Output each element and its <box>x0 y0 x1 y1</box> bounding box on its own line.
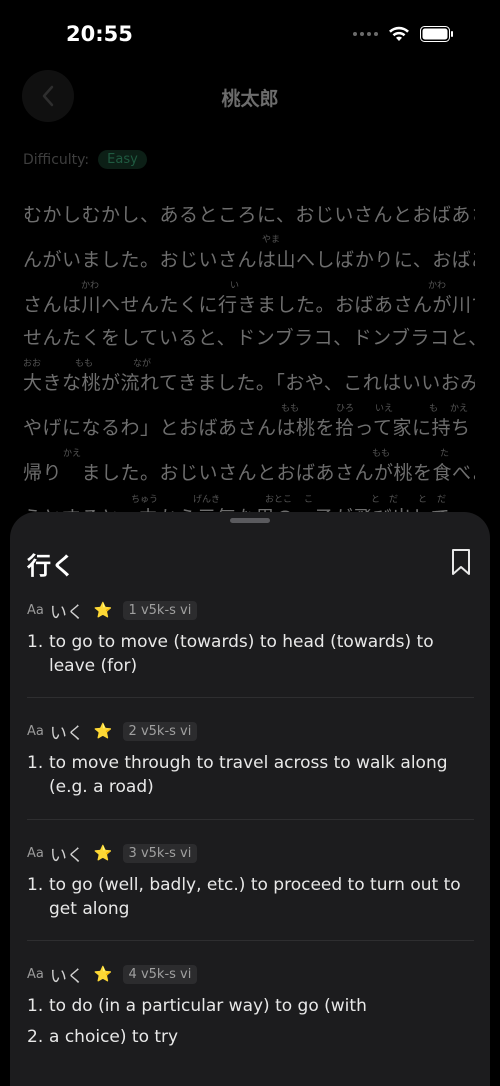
star-icon: ⭐ <box>93 722 113 740</box>
sense-number: 1. <box>27 996 44 1016</box>
status-bar: 20:55 <box>0 0 500 70</box>
pos-tag: 2 v5k-s vi <box>122 721 198 741</box>
story-line[interactable]: やげになるわ」とおばあさんは桃を拾って家に持ち <box>23 413 471 440</box>
definition-entry[interactable]: Aa いく ⭐ 4 v5k-s vi 1. to do (in a partic… <box>27 962 477 1049</box>
story-line[interactable]: むかしむかし、あるところに、おじいさんとおばあさ <box>23 200 475 227</box>
definition-entry[interactable]: Aa いく ⭐ 2 v5k-s vi 1. to move through to… <box>27 719 477 799</box>
wifi-icon <box>389 26 409 41</box>
sense: 1. to move through to travel across to w… <box>27 751 477 799</box>
difficulty-label: Difficulty: <box>23 151 90 168</box>
divider <box>27 819 474 820</box>
sense: 1. to go to move (towards) to head (towa… <box>27 630 477 678</box>
bookmark-icon <box>452 549 470 575</box>
font-size-icon: Aa <box>27 723 44 739</box>
sheet-grabber[interactable] <box>230 518 270 523</box>
pos-tag: 4 v5k-s vi <box>122 964 198 984</box>
sense-text: to go (well, badly, etc.) to proceed to … <box>49 875 461 919</box>
story-line[interactable]: せんたくをしていると、ドンブラコ、ドンブラコと、 <box>23 323 475 350</box>
reading: いく <box>49 723 84 744</box>
sense-text: a choice) to try <box>49 1027 179 1047</box>
star-icon: ⭐ <box>93 601 113 619</box>
sense: 2. a choice) to try <box>27 1025 477 1049</box>
star-icon: ⭐ <box>93 844 113 862</box>
story-line[interactable]: 大きな桃が流れてきました。「おや、これはいいおみ <box>23 368 475 395</box>
difficulty-row: Difficulty: Easy <box>23 150 147 169</box>
word-detail-sheet: 行く Aa いく ⭐ 1 v5k-s vi 1. to go to move (… <box>10 512 490 1086</box>
furigana: やま <box>262 235 281 245</box>
story-line[interactable]: 帰り ました。おじいさんとおばあさんが桃を食べよ <box>23 458 475 485</box>
story-text: やま い かわ かわ おお もも なが もも ひろ いえ も かえ かえ もも … <box>23 180 475 515</box>
sense-text: to do (in a particular way) to go (with <box>49 996 367 1016</box>
definition-entry[interactable]: Aa いく ⭐ 1 v5k-s vi 1. to go to move (tow… <box>27 598 477 678</box>
divider <box>27 940 474 941</box>
reading: いく <box>49 602 84 623</box>
pos-tag: 1 v5k-s vi <box>122 600 198 620</box>
sense: 1. to do (in a particular way) to go (wi… <box>27 994 477 1018</box>
sense-number: 1. <box>27 875 44 895</box>
sense-text: to move through to travel across to walk… <box>49 753 448 797</box>
definition-entry[interactable]: Aa いく ⭐ 3 v5k-s vi 1. to go (well, badly… <box>27 841 477 921</box>
status-time: 20:55 <box>66 22 133 46</box>
font-size-icon: Aa <box>27 602 44 618</box>
font-size-icon: Aa <box>27 966 44 982</box>
pos-tag: 3 v5k-s vi <box>122 843 198 863</box>
reading: いく <box>49 845 84 866</box>
nav-bar: 桃太郎 <box>0 70 500 122</box>
story-line[interactable]: さんは川へせんたくに行きました。おばあさんが川で <box>23 290 475 317</box>
divider <box>27 697 474 698</box>
sense-text: to go to move (towards) to head (towards… <box>49 632 434 676</box>
font-size-icon: Aa <box>27 845 44 861</box>
bookmark-button[interactable] <box>450 548 472 576</box>
sense-number: 2. <box>27 1027 44 1047</box>
page-title: 桃太郎 <box>221 88 279 110</box>
battery-icon <box>420 26 453 42</box>
sense: 1. to go (well, badly, etc.) to proceed … <box>27 873 477 921</box>
star-icon: ⭐ <box>93 965 113 983</box>
difficulty-badge: Easy <box>98 150 147 169</box>
word-title: 行く <box>27 552 75 580</box>
sense-number: 1. <box>27 753 44 773</box>
story-line[interactable]: んがいました。おじいさんは山へしばかりに、おばあ <box>23 245 475 272</box>
sense-number: 1. <box>27 632 44 652</box>
reading: いく <box>49 966 84 987</box>
cellular-signal-icon <box>353 32 378 36</box>
status-icons <box>353 26 454 42</box>
